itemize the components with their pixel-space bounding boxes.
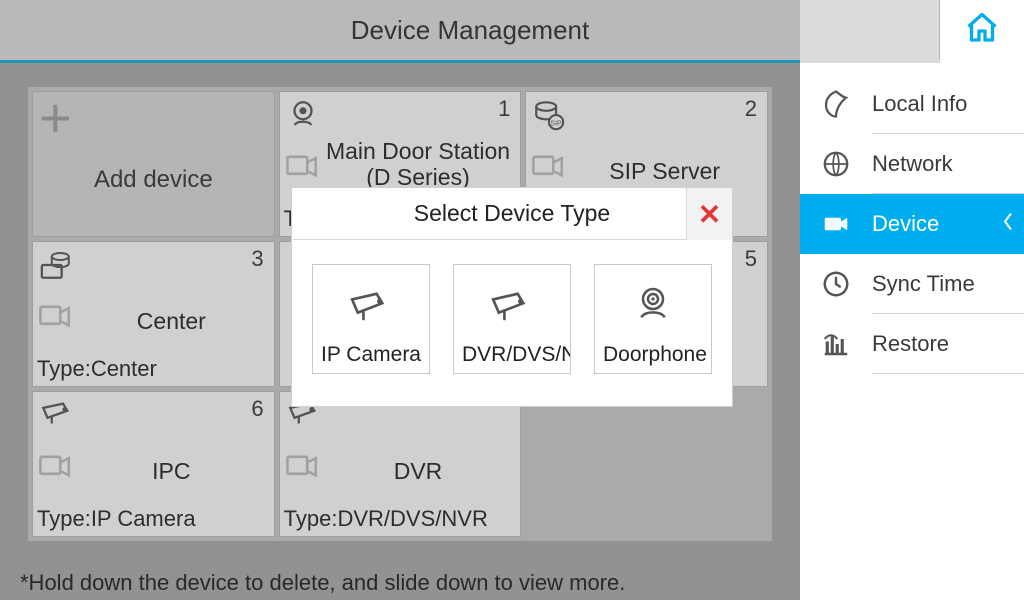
footer-hint: *Hold down the device to delete, and sli… [20,570,625,596]
camera-icon [286,154,320,180]
sidebar-item-label: Network [872,151,1024,177]
camera-icon [532,154,566,180]
device-name: IPC [77,458,266,484]
home-icon [964,10,1000,51]
device-type: Type:DVR/DVS/NVR [284,506,488,532]
ipc-icon [348,290,394,329]
device-name: DVR [324,458,513,484]
device-type-option-doorphone[interactable]: Doorphone [594,264,712,374]
device-index: 3 [251,246,263,272]
dialog-header: Select Device Type ✕ [292,188,732,240]
add-device-card[interactable]: + Add device [32,91,275,237]
camera-icon [39,304,73,330]
camera-icon [286,454,320,480]
plus-icon: + [39,94,72,142]
svg-text:SIP: SIP [551,120,563,128]
center-icon [39,248,73,282]
sip-icon: SIP [532,98,566,132]
device-name: Center [77,308,266,334]
divider [872,373,1024,374]
device-type-option-ip-camera[interactable]: IP Camera [312,264,430,374]
home-button[interactable] [940,0,1024,60]
sidebar-item-device[interactable]: Device [800,194,1024,254]
device-type-option-dvr[interactable]: DVR/DVS/N [453,264,571,374]
camera-icon [39,454,73,480]
select-device-type-dialog: Select Device Type ✕ IP Camera DVR/DVS/N… [292,188,732,406]
device-name: Main Door Station (D Series) [324,138,513,190]
device-card[interactable]: 6 IPC Type:IP Camera [32,391,275,537]
device-card[interactable]: DVR Type:DVR/DVS/NVR [279,391,522,537]
device-type: Type:IP Camera [37,506,196,532]
dialog-title: Select Device Type [292,200,732,227]
device-index: 5 [745,246,757,272]
globe-icon [820,148,852,180]
device-type: Type:Center [37,356,157,382]
sidebar-item-local-info[interactable]: Local Info [800,74,1024,134]
clock-icon [820,268,852,300]
leaf-icon [820,88,852,120]
ipc-icon [489,290,535,329]
sidebar-item-label: Local Info [872,91,1024,117]
sidebar-item-label: Sync Time [872,271,1024,297]
device-name: SIP Server [570,158,759,184]
option-label: DVR/DVS/N [454,343,571,367]
modal-scrim [0,0,940,63]
device-card[interactable]: 3 Center Type:Center [32,241,275,387]
device-index: 6 [251,396,263,422]
option-label: IP Camera [313,343,421,367]
restore-icon [820,328,852,360]
device-icon [820,208,852,240]
chevron-left-icon [1002,212,1014,237]
sidebar-item-sync-time[interactable]: Sync Time [800,254,1024,314]
dialog-close-button[interactable]: ✕ [686,188,732,240]
doorphone-icon [286,98,320,132]
doorphone-icon [633,284,673,329]
sidebar-item-network[interactable]: Network [800,134,1024,194]
sidebar-item-label: Restore [872,331,1024,357]
dialog-body: IP Camera DVR/DVS/N Doorphone [292,240,732,406]
close-icon: ✕ [698,198,721,231]
add-device-label: Add device [94,166,213,194]
ipc-icon [39,398,73,432]
option-label: Doorphone [595,343,707,367]
sidebar-item-restore[interactable]: Restore [800,314,1024,374]
device-index: 1 [498,96,510,122]
sidebar: Local Info Network Device Sync Time Rest… [800,64,1024,600]
device-index: 2 [745,96,757,122]
